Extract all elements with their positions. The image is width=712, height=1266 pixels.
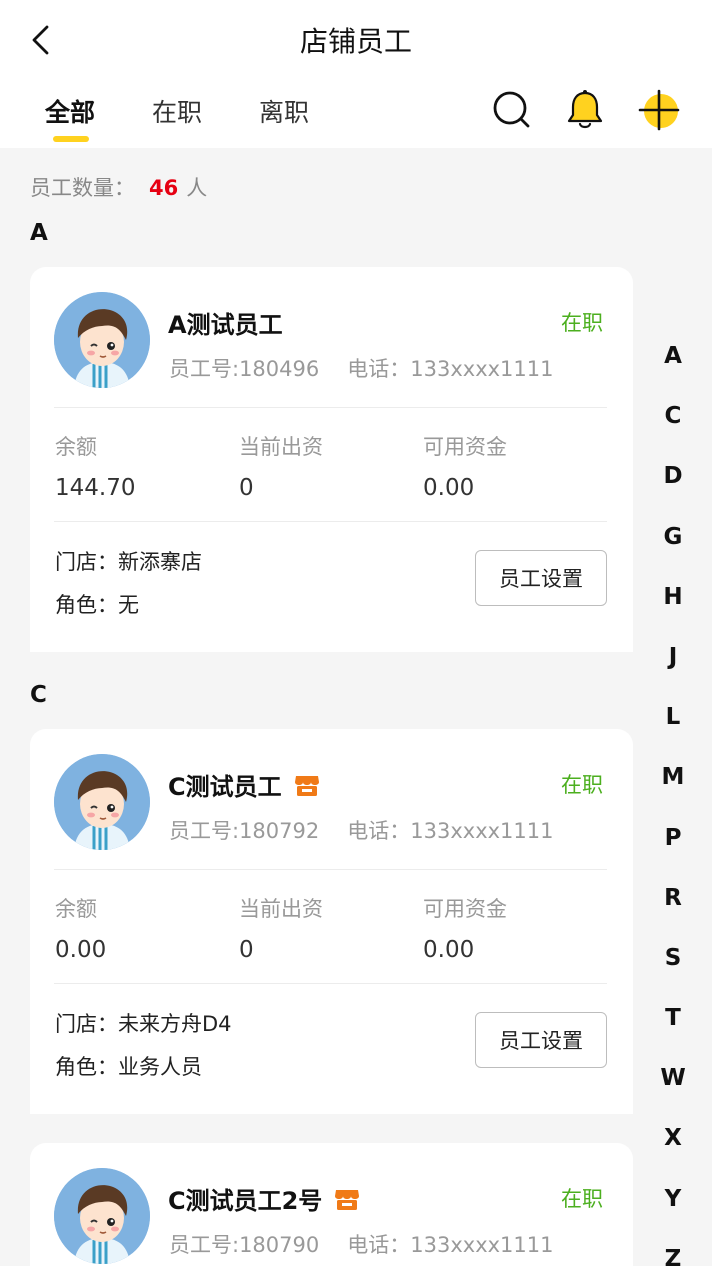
stat-available: 可用资金 0.00	[423, 431, 507, 501]
tab-all[interactable]: 全部	[45, 93, 95, 129]
stat-label: 当前出资	[239, 435, 323, 459]
stat-value: 144.70	[55, 475, 136, 501]
index-letter-m[interactable]: M	[652, 757, 694, 817]
section-header-c: C	[30, 682, 47, 708]
employee-meta: 员工号:180790 电话：133xxxx1111	[169, 1229, 554, 1259]
stat-value: 0	[239, 475, 254, 501]
status-badge: 在职	[561, 311, 603, 335]
employee-count-label: 员工数量：	[30, 176, 135, 200]
status-badge: 在职	[561, 773, 603, 797]
employee-phone: 电话：133xxxx1111	[347, 357, 554, 381]
employee-role: 角色：业务人员	[55, 1055, 202, 1079]
store-icon	[335, 1189, 360, 1210]
divider	[54, 521, 607, 522]
employee-name: C测试员工2号	[168, 1181, 360, 1216]
stat-balance: 余额 0.00	[55, 893, 106, 963]
avatar	[54, 1168, 150, 1264]
plus-icon	[638, 89, 680, 131]
employee-card[interactable]: C测试员工2号 在职 员工号:180790 电话：133xxxx1111	[30, 1143, 633, 1266]
staff-page: 店铺员工 全部 在职 离职 员工数量： 46 人 A A测试员工 在职 员工号:…	[0, 0, 712, 1266]
employee-settings-button[interactable]: 员工设置	[475, 550, 607, 606]
employee-count-unit: 人	[186, 176, 208, 200]
index-letter-j[interactable]: J	[652, 637, 694, 697]
index-letter-d[interactable]: D	[652, 456, 694, 516]
stat-investment: 当前出资 0	[239, 893, 323, 963]
employee-number: 员工号:180496	[169, 357, 320, 381]
index-letter-s[interactable]: S	[652, 938, 694, 998]
stat-label: 可用资金	[423, 897, 507, 921]
employee-number: 员工号:180792	[169, 819, 320, 843]
employee-name: C测试员工	[168, 767, 320, 802]
alphabet-index: A C D G H J L M P R S T W X Y Z	[652, 336, 694, 1266]
employee-role: 角色：无	[55, 593, 139, 617]
stat-value: 0.00	[423, 475, 475, 501]
stat-balance: 余额 144.70	[55, 431, 135, 501]
index-letter-y[interactable]: Y	[652, 1179, 694, 1239]
active-tab-indicator	[53, 136, 89, 142]
employee-meta: 员工号:180792 电话：133xxxx1111	[169, 815, 554, 845]
page-title: 店铺员工	[299, 25, 412, 58]
search-button[interactable]	[488, 86, 536, 134]
index-letter-w[interactable]: W	[652, 1058, 694, 1118]
stat-label: 可用资金	[423, 435, 507, 459]
employee-meta: 员工号:180496 电话：133xxxx1111	[169, 353, 554, 383]
index-letter-l[interactable]: L	[652, 697, 694, 757]
employee-name-text: C测试员工	[168, 773, 282, 801]
index-letter-z[interactable]: Z	[652, 1239, 694, 1266]
employee-settings-button[interactable]: 员工设置	[475, 1012, 607, 1068]
employee-phone: 电话：133xxxx1111	[347, 1233, 554, 1257]
employee-card[interactable]: C测试员工 在职 员工号:180792 电话：133xxxx1111 余额 0.0…	[30, 729, 633, 1114]
employee-name-text: C测试员工2号	[168, 1187, 323, 1215]
index-letter-g[interactable]: G	[652, 517, 694, 577]
avatar	[54, 754, 150, 850]
stat-label: 余额	[55, 435, 97, 459]
search-icon	[493, 91, 530, 128]
stat-label: 余额	[55, 897, 97, 921]
bell-icon	[567, 90, 603, 129]
tab-resigned[interactable]: 离职	[259, 93, 309, 129]
index-letter-h[interactable]: H	[652, 577, 694, 637]
add-employee-button[interactable]	[635, 86, 683, 134]
status-badge: 在职	[561, 1187, 603, 1211]
divider	[54, 407, 607, 408]
index-letter-a[interactable]: A	[652, 336, 694, 396]
employee-number: 员工号:180790	[169, 1233, 320, 1257]
employee-count: 员工数量： 46 人	[30, 172, 207, 202]
stat-label: 当前出资	[239, 897, 323, 921]
divider	[54, 869, 607, 870]
employee-phone: 电话：133xxxx1111	[347, 819, 554, 843]
avatar	[54, 292, 150, 388]
tab-active[interactable]: 在职	[152, 93, 202, 129]
employee-name-text: A测试员工	[168, 311, 283, 339]
employee-card[interactable]: A测试员工 在职 员工号:180496 电话：133xxxx1111 余额 144…	[30, 267, 633, 652]
stat-value: 0.00	[423, 937, 475, 963]
top-bar: 店铺员工 全部 在职 离职	[0, 0, 712, 148]
stat-investment: 当前出资 0	[239, 431, 323, 501]
store-icon	[294, 775, 319, 796]
notification-button[interactable]	[561, 86, 609, 134]
divider	[54, 983, 607, 984]
employee-store: 门店：新添寨店	[55, 550, 202, 574]
stat-available: 可用资金 0.00	[423, 893, 507, 963]
index-letter-p[interactable]: P	[652, 818, 694, 878]
index-letter-t[interactable]: T	[652, 998, 694, 1058]
index-letter-c[interactable]: C	[652, 396, 694, 456]
index-letter-r[interactable]: R	[652, 878, 694, 938]
index-letter-x[interactable]: X	[652, 1118, 694, 1178]
employee-count-value: 46	[149, 176, 179, 200]
employee-name: A测试员工	[168, 305, 283, 340]
stat-value: 0	[239, 937, 254, 963]
stat-value: 0.00	[55, 937, 107, 963]
section-header-a: A	[30, 220, 48, 246]
employee-store: 门店：未来方舟D4	[55, 1012, 232, 1036]
